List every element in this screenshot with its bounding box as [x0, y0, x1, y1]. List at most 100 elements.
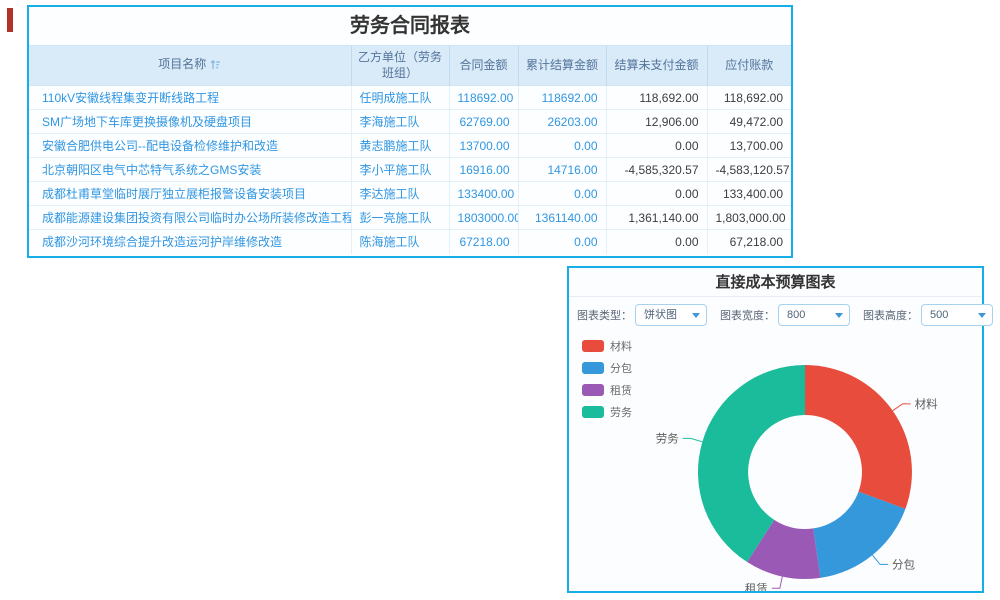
sort-icon[interactable] [210, 59, 221, 75]
table-row: 成都能源建设集团投资有限公司临时办公场所装修改造工程EPC彭一亮施工队18030… [29, 206, 791, 230]
legend-item[interactable]: 租赁 [582, 382, 632, 398]
team-cell[interactable]: 李小平施工队 [351, 158, 449, 182]
project-name-cell[interactable]: 成都杜甫草堂临时展厅独立展柜报警设备安装项目 [29, 182, 351, 206]
project-name-cell[interactable]: 北京朝阳区电气中芯特气系统之GMS安装 [29, 158, 351, 182]
slice-callout-label: 劳务 [656, 431, 679, 445]
chart-legend: 材料分包租赁劳务 [582, 338, 632, 420]
unpaid-amount-cell: 0.00 [606, 230, 707, 254]
payable-cell: 13,700.00 [707, 134, 791, 158]
chart-panel: 直接成本预算图表 图表类型：饼状图图表宽度：800图表高度：500 材料分包租赁… [567, 266, 984, 593]
legend-swatch [582, 340, 604, 352]
table-row: 安徽合肥供电公司--配电设备检修维护和改造黄志鹏施工队13700.000.000… [29, 134, 791, 158]
table-row: 110kV安徽线程集变开断线路工程任明成施工队118692.00118692.0… [29, 86, 791, 110]
column-header-unpaid-amount: 结算未支付金额 [606, 46, 707, 86]
team-cell[interactable]: 李海施工队 [351, 110, 449, 134]
table-row: SM广场地下车库更换摄像机及硬盘项目李海施工队62769.0026203.001… [29, 110, 791, 134]
callout-line [772, 577, 783, 589]
contract-amount-cell: 62769.00 [449, 110, 518, 134]
chart-height-value: 500 [930, 309, 948, 321]
legend-label: 劳务 [610, 404, 632, 420]
project-name-cell[interactable]: 110kV安徽线程集变开断线路工程 [29, 86, 351, 110]
legend-swatch [582, 384, 604, 396]
payable-cell: 49,472.00 [707, 110, 791, 134]
contract-amount-cell: 1803000.00 [449, 206, 518, 230]
callout-line [893, 404, 911, 411]
chart-height-group: 图表高度： 500 [863, 304, 993, 326]
contract-amount-cell: 133400.00 [449, 182, 518, 206]
chart-type-value: 饼状图 [644, 309, 677, 321]
payable-cell: -4,583,120.57 [707, 158, 791, 182]
unpaid-amount-cell: 12,906.00 [606, 110, 707, 134]
callout-line [683, 438, 703, 441]
payable-cell: 1,803,000.00 [707, 206, 791, 230]
contracts-table: 项目名称 乙方单位（劳务班组） 合同金额 累计结算金额 结算未支付金额 应付账款… [29, 45, 791, 254]
unpaid-amount-cell: -4,585,320.57 [606, 158, 707, 182]
column-header-project-name[interactable]: 项目名称 [29, 46, 351, 86]
team-cell[interactable]: 任明成施工队 [351, 86, 449, 110]
chart-width-group: 图表宽度： 800 [720, 304, 850, 326]
payable-cell: 118,692.00 [707, 86, 791, 110]
team-cell[interactable]: 李达施工队 [351, 182, 449, 206]
team-cell[interactable]: 彭一亮施工队 [351, 206, 449, 230]
slice-callout-label: 租赁 [745, 581, 768, 591]
legend-item[interactable]: 材料 [582, 338, 632, 354]
contract-amount-cell: 118692.00 [449, 86, 518, 110]
chart-controls: 图表类型：饼状图图表宽度： 800 图表高度： 500 [569, 297, 982, 332]
project-name-cell[interactable]: 安徽合肥供电公司--配电设备检修维护和改造 [29, 134, 351, 158]
legend-label: 租赁 [610, 382, 632, 398]
chart-width-select[interactable]: 800 [778, 304, 850, 326]
pie-slice-分包[interactable] [813, 492, 905, 578]
column-header-contract-amount: 合同金额 [449, 46, 518, 86]
column-header-contractor: 乙方单位（劳务班组） [351, 46, 449, 86]
team-cell[interactable]: 陈海施工队 [351, 230, 449, 254]
table-row: 北京朝阳区电气中芯特气系统之GMS安装李小平施工队16916.0014716.0… [29, 158, 791, 182]
legend-swatch [582, 406, 604, 418]
table-row: 成都沙河环境综合提升改造运河护岸维修改造陈海施工队67218.000.000.0… [29, 230, 791, 254]
contract-amount-cell: 16916.00 [449, 158, 518, 182]
legend-item[interactable]: 劳务 [582, 404, 632, 420]
pie-slice-材料[interactable] [805, 365, 912, 509]
unpaid-amount-cell: 1,361,140.00 [606, 206, 707, 230]
payable-cell: 67,218.00 [707, 230, 791, 254]
project-name-cell[interactable]: SM广场地下车库更换摄像机及硬盘项目 [29, 110, 351, 134]
legend-label: 材料 [610, 338, 632, 354]
column-header-settled-amount: 累计结算金额 [518, 46, 606, 86]
legend-label: 分包 [610, 360, 632, 376]
settled-amount-cell: 14716.00 [518, 158, 606, 182]
unpaid-amount-cell: 118,692.00 [606, 86, 707, 110]
dropdown-caret-icon [978, 313, 986, 318]
settled-amount-cell: 0.00 [518, 134, 606, 158]
settled-amount-cell: 0.00 [518, 182, 606, 206]
contract-amount-cell: 13700.00 [449, 134, 518, 158]
chart-height-select[interactable]: 500 [921, 304, 993, 326]
slice-callout-label: 分包 [892, 558, 915, 571]
dropdown-caret-icon [692, 313, 700, 318]
project-name-cell[interactable]: 成都能源建设集团投资有限公司临时办公场所装修改造工程EPC [29, 206, 351, 230]
slice-callout-label: 材料 [915, 397, 938, 411]
legend-item[interactable]: 分包 [582, 360, 632, 376]
settled-amount-cell: 1361140.00 [518, 206, 606, 230]
unpaid-amount-cell: 0.00 [606, 134, 707, 158]
chart-height-label: 图表高度： [863, 307, 918, 323]
project-name-cell[interactable]: 成都沙河环境综合提升改造运河护岸维修改造 [29, 230, 351, 254]
callout-line [872, 555, 888, 564]
unpaid-amount-cell: 0.00 [606, 182, 707, 206]
table-row: 成都杜甫草堂临时展厅独立展柜报警设备安装项目李达施工队133400.000.00… [29, 182, 791, 206]
red-marker [7, 8, 13, 32]
table-header-row: 项目名称 乙方单位（劳务班组） 合同金额 累计结算金额 结算未支付金额 应付账款 [29, 46, 791, 86]
chart-type-select[interactable]: 饼状图 [635, 304, 707, 326]
settled-amount-cell: 0.00 [518, 230, 606, 254]
report-panel: 劳务合同报表 项目名称 乙方单位（劳务班组） 合同金额 累计结算金额 结算未支付… [27, 5, 793, 258]
report-title: 劳务合同报表 [29, 7, 791, 45]
contract-amount-cell: 67218.00 [449, 230, 518, 254]
legend-swatch [582, 362, 604, 374]
dropdown-caret-icon [835, 313, 843, 318]
settled-amount-cell: 118692.00 [518, 86, 606, 110]
chart-type-group: 图表类型：饼状图 [577, 304, 707, 326]
chart-width-label: 图表宽度： [720, 307, 775, 323]
chart-title: 直接成本预算图表 [569, 268, 982, 297]
settled-amount-cell: 26203.00 [518, 110, 606, 134]
chart-width-value: 800 [787, 309, 805, 321]
payable-cell: 133,400.00 [707, 182, 791, 206]
team-cell[interactable]: 黄志鹏施工队 [351, 134, 449, 158]
